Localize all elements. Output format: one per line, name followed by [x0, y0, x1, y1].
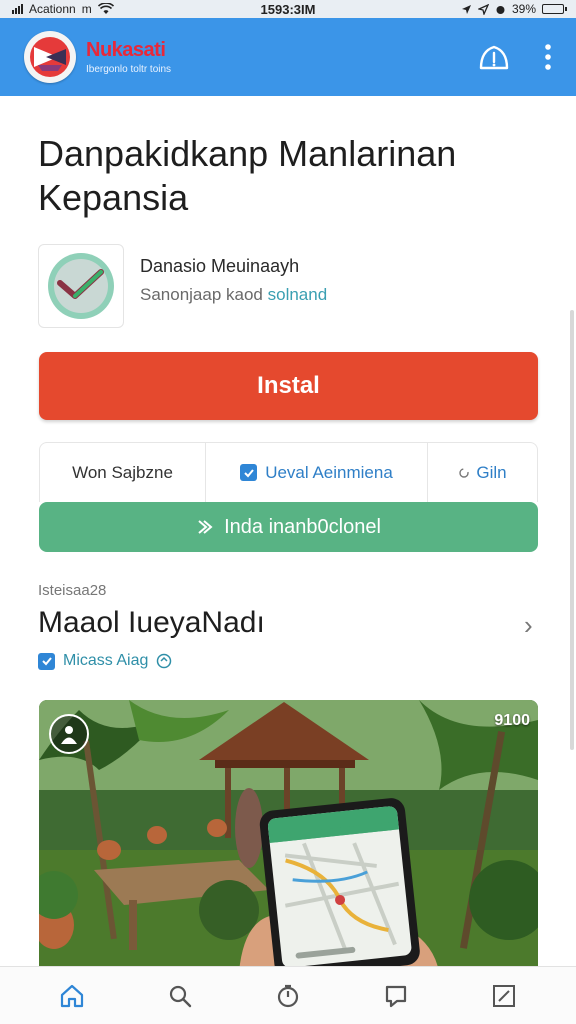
section-tag-label: Micass Aiag — [63, 652, 149, 669]
carrier-suffix: m — [81, 2, 92, 16]
status-left: Acationn m — [12, 2, 114, 16]
location-icon — [461, 4, 471, 14]
info-icon — [157, 653, 172, 669]
nav-search[interactable] — [160, 976, 200, 1016]
section-eyebrow: Isteisaa28 — [38, 582, 107, 599]
bottom-nav — [0, 966, 576, 1024]
option-3[interactable]: Giln — [428, 443, 537, 502]
nav-chat[interactable] — [376, 976, 416, 1016]
media-badge[interactable] — [49, 714, 89, 754]
status-bar: Acationn m 1593:3IM 39% — [0, 0, 576, 18]
app-card[interactable]: Danasio Meuinaayh Sanonjaap kaod solnand — [38, 244, 538, 328]
check-icon — [243, 468, 254, 477]
more-vertical-icon — [545, 44, 551, 70]
app-header: Nukasati Ibergonlo toltr toins — [0, 18, 576, 96]
person-icon — [61, 726, 77, 744]
carrier-label: Acationn — [29, 2, 76, 16]
battery-icon — [542, 4, 567, 14]
brand-tagline: Ibergonlo toltr toins — [86, 64, 172, 75]
tag-checkbox-icon — [38, 652, 55, 670]
option-1-label: Won Sajbzne — [72, 462, 173, 482]
checkbox-icon[interactable] — [240, 464, 258, 481]
chevron-right-icon[interactable]: › — [524, 610, 533, 641]
alert-icon — [479, 45, 509, 70]
brand-name: Nukasati — [86, 39, 166, 61]
alert-button[interactable] — [478, 43, 510, 71]
app-meta: Danasio Meuinaayh Sanonjaap kaod solnand — [140, 256, 327, 305]
options-panel: Won Sajbzne Ueval Aeinmiena Giln — [39, 442, 538, 502]
scrollbar[interactable] — [570, 310, 574, 750]
secondary-action-label: Inda inanb0clonel — [224, 515, 381, 538]
nav-home[interactable] — [52, 976, 92, 1016]
app-name: Danasio Meuinaayh — [140, 255, 300, 276]
edit-icon — [493, 984, 515, 1007]
wifi-icon — [97, 3, 114, 14]
navigation-icon — [477, 3, 489, 15]
home-icon — [60, 984, 84, 1007]
section-title[interactable]: Maaol IueyaNadı — [38, 606, 265, 640]
brand: Nukasati Ibergonlo toltr toins — [86, 39, 171, 75]
option-2[interactable]: Ueval Aeinmiena — [206, 443, 428, 502]
option-3-label: Giln — [476, 462, 507, 482]
nav-edit[interactable] — [484, 976, 524, 1016]
main-content: Danpakidkanp Manlarinan Kepansia Danasio… — [0, 96, 576, 972]
forward-arrow-icon — [198, 520, 213, 534]
check-icon — [41, 657, 52, 666]
refresh-icon — [459, 467, 470, 478]
status-right: 39% — [461, 2, 567, 16]
app-subtitle-accent: solnand — [267, 284, 328, 304]
secondary-action-button[interactable]: Inda inanb0clonel — [39, 502, 538, 552]
status-time: 1593:3IM — [260, 1, 316, 17]
app-subtitle-text: Sanonjaap kaod — [140, 284, 263, 304]
media-image[interactable]: 9100 — [39, 700, 538, 972]
signal-icon — [12, 4, 23, 14]
option-1[interactable]: Won Sajbzne — [40, 443, 206, 502]
timer-icon — [277, 984, 299, 1007]
page-title: Danpakidkanp Manlarinan Kepansia — [38, 133, 457, 218]
install-button[interactable]: Instal — [39, 352, 538, 420]
alarm-icon — [496, 5, 505, 14]
app-logo[interactable] — [24, 31, 76, 83]
app-subtitle: Sanonjaap kaod solnand — [140, 285, 327, 305]
section-tag[interactable]: Micass Aiag — [38, 652, 172, 670]
garden-scene-image — [39, 700, 538, 972]
option-2-label: Ueval Aeinmiena — [265, 462, 393, 482]
chat-icon — [385, 985, 407, 1007]
header-actions — [478, 43, 552, 71]
app-icon — [38, 244, 124, 328]
nav-timer[interactable] — [268, 976, 308, 1016]
search-icon — [169, 985, 192, 1007]
checkmark-badge-icon — [48, 253, 114, 319]
more-options-button[interactable] — [544, 43, 552, 71]
logo-mark-icon — [30, 37, 70, 77]
media-counter: 9100 — [494, 712, 530, 729]
battery-percent: 39% — [511, 2, 536, 16]
